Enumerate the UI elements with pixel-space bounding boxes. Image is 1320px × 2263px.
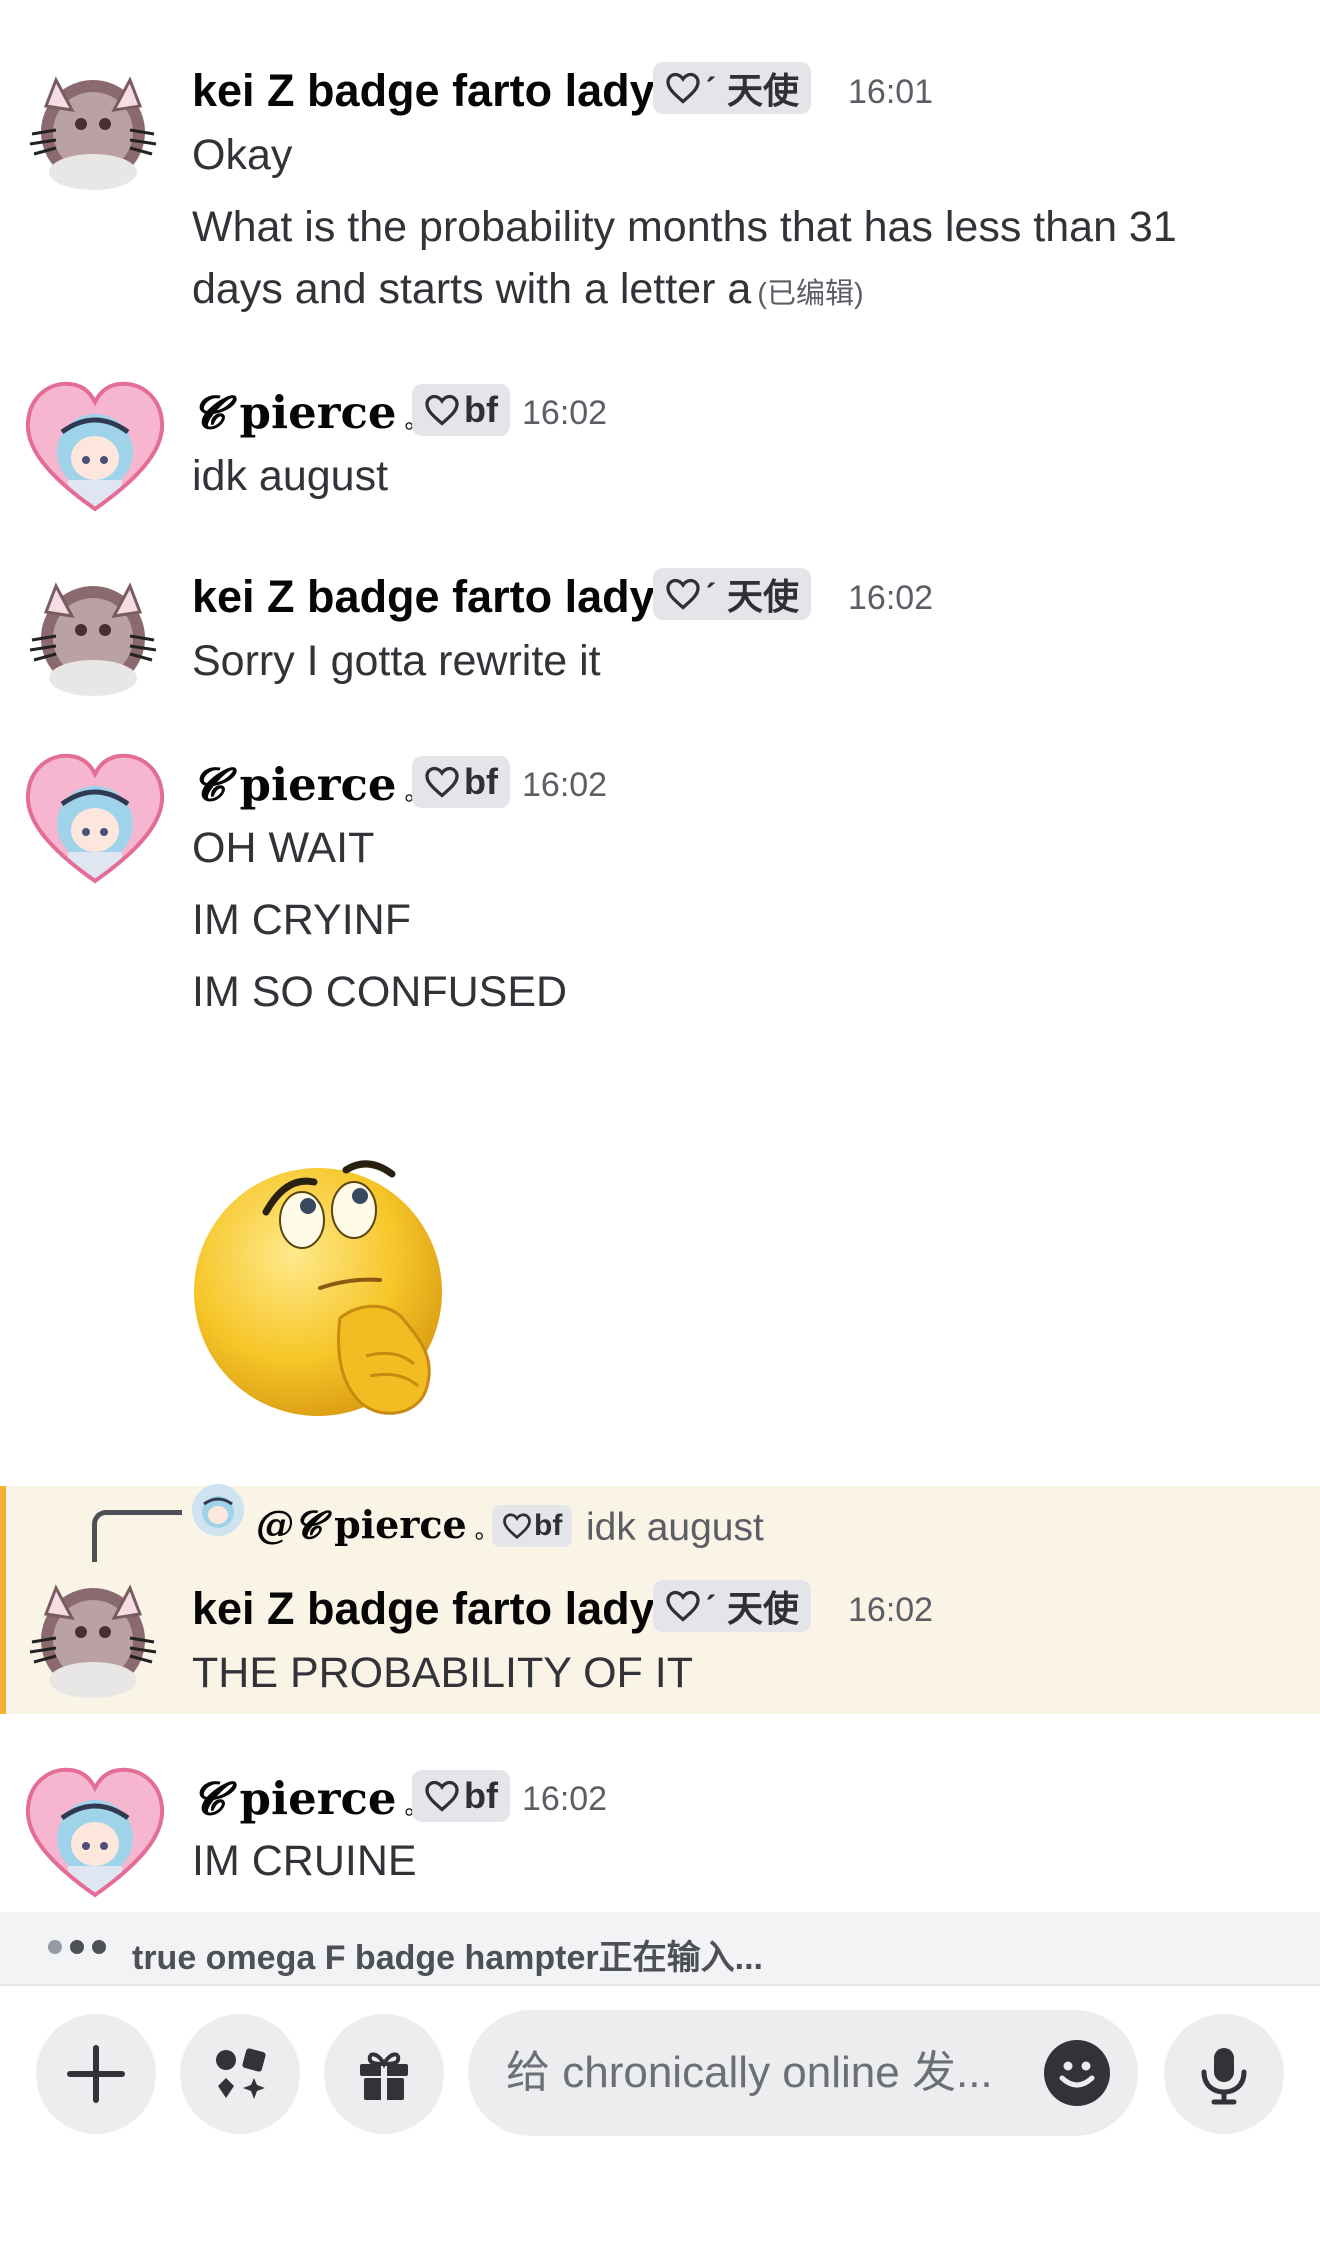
typing-dots-icon [48,1940,106,1954]
edited-label: (已编辑) [757,278,864,310]
typing-indicator: true omega F badge hampter正在输入... [0,1912,1320,1984]
username-symbol: 𝓒 [192,758,224,811]
typing-text: true omega F badge hampter正在输入... [132,1939,763,1977]
role-tag-label: ˊ 天使 [705,70,799,111]
role-tag-label: ˊ 天使 [705,576,799,617]
message-text: IM CRYINF [192,896,411,944]
role-tag[interactable]: bf [412,1770,510,1822]
timestamp: 16:02 [522,394,608,432]
message-input[interactable] [506,2010,1066,2136]
reply-author[interactable]: @𝓒 pierce。 [256,1506,499,1544]
voice-message-button[interactable] [1164,2014,1284,2134]
avatar[interactable] [26,566,160,700]
gift-button[interactable] [324,2014,444,2134]
avatar[interactable] [26,1568,160,1702]
mention-accent-bar [0,1486,6,1714]
reply-role-tag-label: bf [534,1509,563,1542]
heart-icon [425,394,459,426]
microphone-icon [1201,2048,1247,2105]
heart-icon [503,1513,531,1540]
role-tag[interactable]: ˊ 天使 [653,62,811,114]
apps-button[interactable] [180,2014,300,2134]
username[interactable]: 𝓒 pierce。 [192,1776,428,1821]
username-text: pierce [239,1772,397,1825]
avatar[interactable] [26,60,160,194]
reply-role-tag[interactable]: bf [492,1505,573,1547]
username[interactable]: kei Z badge farto lady [192,68,655,113]
reply-connector [92,1510,182,1562]
message-text: IM SO CONFUSED [192,968,568,1016]
reply-author-text: pierce [334,1502,467,1547]
timestamp: 16:01 [848,73,934,111]
add-attachment-button[interactable] [36,2014,156,2134]
reply-preview-text[interactable]: idk august [586,1508,764,1547]
username-text: pierce [239,758,397,811]
apps-icon [216,2048,266,2099]
timestamp: 16:02 [848,579,934,617]
avatar[interactable] [22,1762,168,1902]
message-text: Okay [192,131,293,179]
thinking-emoji-sticker[interactable] [190,1150,490,1430]
message-text: IM CRUINE [192,1837,417,1885]
timestamp: 16:02 [848,1591,934,1629]
composer-divider [0,1984,1320,1986]
username[interactable]: 𝓒 pierce。 [192,762,428,807]
username[interactable]: 𝓒 pierce。 [192,390,428,435]
message-text: OH WAIT [192,824,375,872]
username-text: pierce [239,386,397,439]
message-text: Sorry I gotta rewrite it [192,637,601,685]
reply-avatar[interactable] [192,1484,244,1536]
message-text: What is the probability months that has … [192,203,1177,251]
message-text-part: days and starts with a letter a [192,265,752,313]
heart-icon [425,1780,459,1812]
heart-icon [666,1590,700,1622]
role-tag[interactable]: bf [412,384,510,436]
reply-author-symbol: @𝓒 [256,1502,321,1547]
role-tag[interactable]: ˊ 天使 [653,1580,811,1632]
message-text: THE PROBABILITY OF IT [192,1649,693,1697]
role-tag-label: ˊ 天使 [705,1588,799,1629]
message-text: days and starts with a letter a (已编辑) [192,268,864,311]
avatar[interactable] [22,376,168,516]
plus-icon [67,2045,125,2103]
username-symbol: 𝓒 [192,386,224,439]
emoji-icon [1059,2061,1095,2088]
gift-icon [360,2052,408,2100]
role-tag-label: bf [464,389,498,430]
heart-icon [666,578,700,610]
role-tag[interactable]: bf [412,756,510,808]
heart-icon [666,72,700,104]
username[interactable]: kei Z badge farto lady [192,574,655,619]
username-symbol: 𝓒 [192,1772,224,1825]
heart-icon [425,766,459,798]
role-tag[interactable]: ˊ 天使 [653,568,811,620]
role-tag-label: bf [464,1775,498,1816]
message-text: idk august [192,452,389,500]
role-tag-label: bf [464,761,498,802]
message-composer[interactable] [468,2010,1138,2136]
timestamp: 16:02 [522,766,608,804]
timestamp: 16:02 [522,1780,608,1818]
emoji-button[interactable] [1044,2040,1110,2106]
avatar[interactable] [22,748,168,888]
username[interactable]: kei Z badge farto lady [192,1586,655,1631]
